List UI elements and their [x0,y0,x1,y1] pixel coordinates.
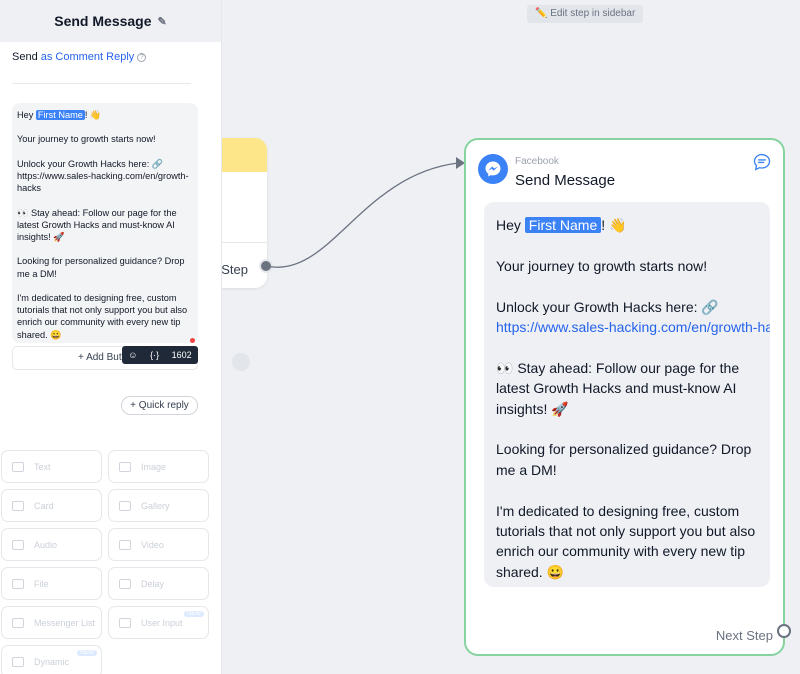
comment-icon[interactable] [752,152,772,172]
message-paragraph: I'm dedicated to designing free, custom … [496,502,756,580]
tile-audio[interactable]: Audio [1,528,102,561]
variable-icon[interactable]: {·} [150,350,159,360]
send-as-row: Send as Comment Reply? [12,51,147,63]
text-icon [12,461,24,472]
next-step-label: Next Step [715,628,773,643]
tile-video[interactable]: Video [108,528,209,561]
file-icon [12,578,24,589]
message-paragraph: I'm dedicated to designing free, custom … [17,292,188,340]
card-icon [12,500,24,511]
editor-toolbar: ☺ {·} 1602 [122,346,198,364]
message-editor[interactable]: Hey First Name! 👋 Your journey to growth… [12,103,198,343]
help-icon[interactable]: ? [137,52,147,62]
message-paragraph: 👀 Stay ahead: Follow our page for the la… [17,207,177,242]
message-link[interactable]: https://www.sales-hacking.com/en/growth-… [496,319,770,335]
send-message-node[interactable]: Facebook Send Message Hey First Name! 👋 … [464,138,785,656]
node-title: Send Message [515,172,616,189]
emoji-icon[interactable]: ☺ [128,350,137,360]
tile-user-input[interactable]: User Input NEW [108,606,209,639]
first-name-tag[interactable]: First Name [35,110,85,120]
sidebar-header: Send Message ✎ [0,0,221,42]
message-paragraph: Unlock your Growth Hacks here: 🔗 https://… [496,297,770,338]
message-bubble[interactable]: Hey First Name! 👋 Your journey to growth… [484,202,770,587]
tile-gallery[interactable]: Gallery [108,489,209,522]
next-step-output-dot[interactable] [777,624,791,638]
tile-file[interactable]: File [1,567,102,600]
new-badge: NEW [77,650,97,656]
tile-text[interactable]: Text [1,450,102,483]
divider [12,83,191,84]
image-icon [119,461,131,472]
previous-step-output-dot[interactable] [259,259,273,273]
input-icon [119,617,131,628]
sidebar-title: Send Message [54,13,152,29]
audio-icon [12,539,24,550]
tile-dynamic[interactable]: Dynamic NEW [1,645,102,674]
tile-card[interactable]: Card [1,489,102,522]
tile-image[interactable]: Image [108,450,209,483]
delay-icon [119,578,131,589]
message-paragraph: Your journey to growth starts now! [496,257,708,274]
bell-icon [12,617,24,628]
message-paragraph: 👀 Stay ahead: Follow our page for the la… [496,359,740,417]
video-icon [119,539,131,550]
message-paragraph: Unlock your Growth Hacks here: 🔗 https:/… [17,158,189,194]
tile-delay[interactable]: Delay [108,567,209,600]
gallery-icon [119,500,131,511]
comment-reply-link[interactable]: as Comment Reply [41,51,135,63]
dynamic-icon [12,656,24,667]
first-name-tag: First Name [524,217,602,233]
messenger-icon [478,154,508,184]
channel-label: Facebook [515,156,559,167]
new-badge: NEW [184,611,204,617]
tile-messenger-list[interactable]: Messenger List [1,606,102,639]
canvas-handle[interactable] [232,353,250,371]
pencil-icon[interactable]: ✎ [158,15,167,28]
greeting: Hey First Name! 👋 [496,217,627,233]
editor-sidebar: Send Message ✎ Send as Comment Reply? He… [0,0,222,674]
message-paragraph: Looking for personalized guidance? Drop … [17,256,185,279]
edit-hint: ✏️ Edit step in sidebar [527,5,644,23]
char-count: 1602 [171,350,192,360]
message-paragraph: Your journey to growth starts now! [17,134,156,145]
quick-reply-button[interactable]: + Quick reply [121,396,198,415]
unsaved-indicator [190,338,195,343]
message-paragraph: Looking for personalized guidance? Drop … [496,441,752,478]
greeting: Hey First Name! 👋 [17,110,102,120]
